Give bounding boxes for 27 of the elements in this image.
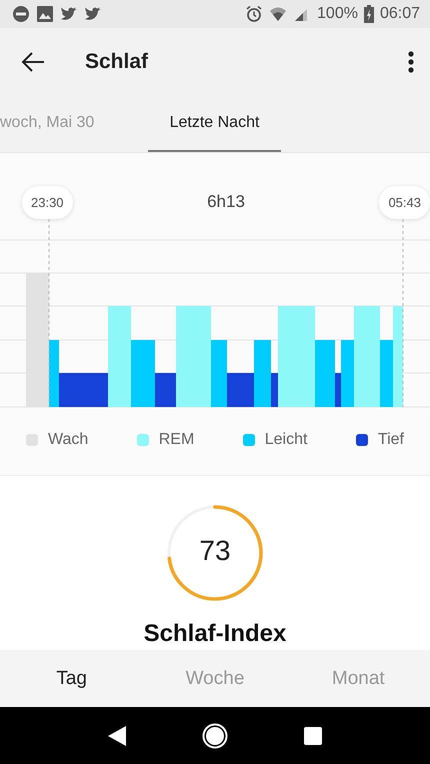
do-not-disturb-icon — [12, 5, 30, 23]
more-menu-icon[interactable] — [408, 50, 414, 72]
date-tab[interactable]: woch, Mai 30 — [0, 95, 148, 152]
legend-label: REM — [158, 431, 194, 449]
recents-icon[interactable] — [302, 726, 323, 746]
score-title: Schlaf-Index — [144, 621, 286, 647]
screen-title: Schlaf — [85, 50, 150, 74]
end-time: 05:43 — [379, 186, 430, 218]
sleep-duration: 6h13 — [206, 192, 246, 212]
start-time: 23:30 — [22, 186, 73, 218]
home-icon[interactable] — [202, 722, 228, 748]
battery-percentage: 100% — [317, 5, 358, 23]
battery-icon — [364, 5, 374, 23]
alarm-icon — [245, 5, 264, 23]
period-tab[interactable]: Woche — [143, 650, 287, 707]
period-tab[interactable]: Tag — [0, 650, 144, 707]
legend-label: Leicht — [264, 431, 308, 449]
back-icon[interactable] — [107, 724, 128, 746]
status-time: 06:07 — [380, 5, 420, 23]
image-icon — [36, 5, 54, 23]
legend-label: Wach — [48, 431, 88, 449]
score-value: 73 — [198, 535, 232, 567]
period-tab[interactable]: Monat — [286, 650, 430, 707]
legend-label: Tief — [378, 431, 404, 449]
bird-icon — [84, 5, 102, 23]
bird-icon — [60, 5, 78, 23]
wifi-icon — [269, 5, 288, 23]
